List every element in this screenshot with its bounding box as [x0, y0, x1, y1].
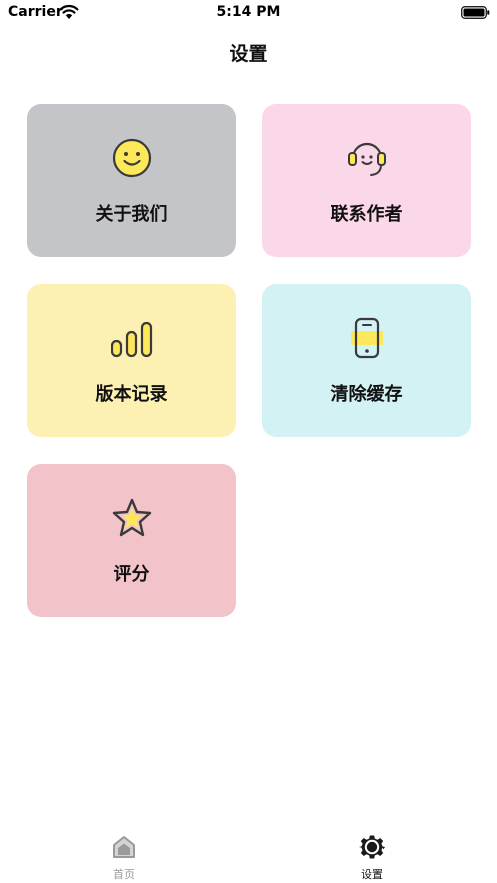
version-history-card[interactable]: 版本记录: [27, 284, 236, 437]
gear-icon: [359, 835, 385, 859]
headset-icon: [348, 142, 386, 176]
tab-home[interactable]: 首页: [74, 826, 174, 883]
about-us-label: 关于我们: [95, 204, 168, 225]
tab-home-label: 首页: [113, 868, 135, 881]
tab-settings-label: 设置: [361, 868, 383, 881]
clock: 5:14 PM: [216, 4, 281, 20]
clear-cache-label: 清除缓存: [330, 384, 403, 405]
star-icon: [112, 498, 152, 537]
smiley-face-icon: [112, 138, 152, 178]
rate-label: 评分: [113, 564, 150, 585]
tab-settings[interactable]: 设置: [322, 826, 422, 883]
home-icon: [113, 836, 135, 858]
clear-cache-card[interactable]: 清除缓存: [262, 284, 471, 437]
battery-full-icon: [461, 6, 490, 19]
tab-bar: 首页 设置: [0, 826, 497, 883]
page-title: 设置: [229, 43, 268, 65]
phone-icon: [351, 317, 383, 359]
version-history-label: 版本记录: [95, 384, 168, 405]
contact-author-card[interactable]: 联系作者: [262, 104, 471, 257]
contact-author-label: 联系作者: [330, 204, 403, 225]
about-us-card[interactable]: 关于我们: [27, 104, 236, 257]
signal-bars-icon: [111, 321, 153, 358]
status-bar: Carrier 5:14 PM: [0, 0, 497, 26]
rate-card[interactable]: 评分: [27, 464, 236, 617]
